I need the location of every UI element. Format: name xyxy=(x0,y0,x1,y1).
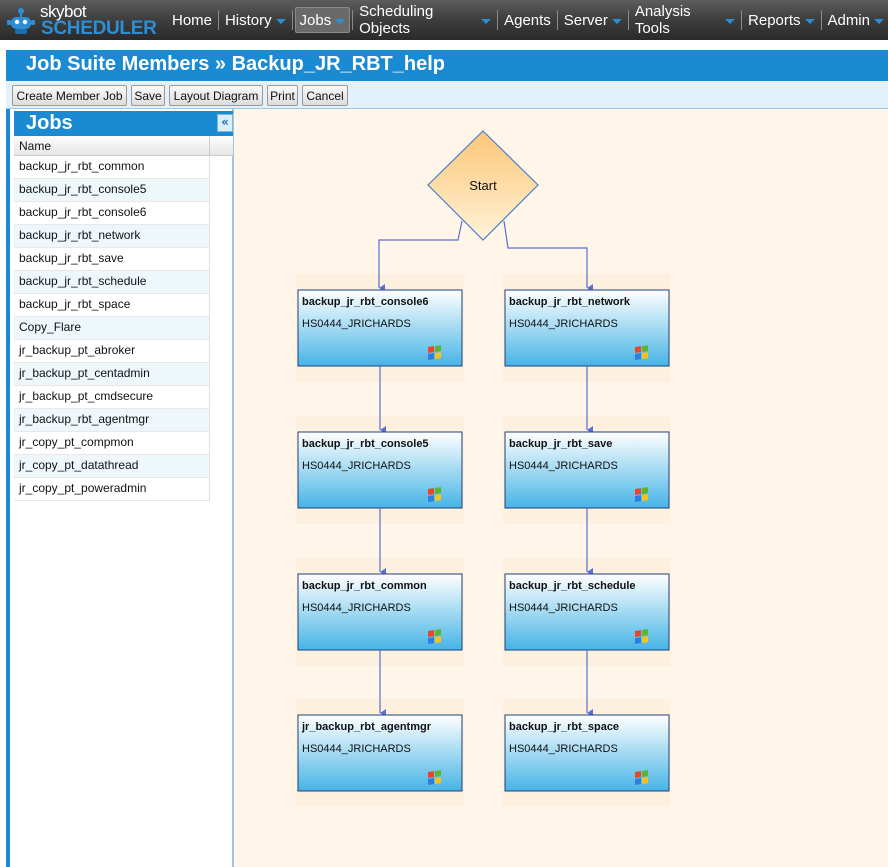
name-column-label: Name xyxy=(19,139,52,153)
nav-divider xyxy=(352,10,354,30)
nav-divider xyxy=(291,10,293,30)
workflow-diagram: Start backup_jr_rbt_console6 HS0444_JRICHA… xyxy=(296,130,671,807)
job-node-name: backup_jr_rbt_space xyxy=(509,721,619,733)
nav-reports-label: Reports xyxy=(748,11,801,29)
jobs-panel: Jobs « Name backup_jr_rbt_common backup_… xyxy=(6,109,233,867)
top-navigation-bar: skybot SCHEDULER Home History Jobs Sched… xyxy=(0,0,888,40)
job-node-name: backup_jr_rbt_schedule xyxy=(509,580,636,592)
dropdown-arrow-icon xyxy=(611,19,622,24)
nav-agents[interactable]: Agents xyxy=(500,7,555,33)
nav-divider xyxy=(820,10,822,30)
list-item[interactable]: jr_copy_pt_datathread xyxy=(14,455,210,478)
job-node-name: backup_jr_rbt_common xyxy=(302,580,427,592)
list-item[interactable]: backup_jr_rbt_network xyxy=(14,225,210,248)
job-node-agent: HS0444_JRICHARDS xyxy=(302,460,411,472)
nav-history[interactable]: History xyxy=(221,7,290,33)
list-item[interactable]: jr_backup_pt_cmdsecure xyxy=(14,386,210,409)
nav-history-label: History xyxy=(224,11,272,29)
list-item[interactable]: backup_jr_rbt_console5 xyxy=(14,179,210,202)
start-label: Start xyxy=(469,178,497,193)
save-button[interactable]: Save xyxy=(131,85,165,106)
job-node[interactable]: backup_jr_rbt_common HS0444_JRICHARDS xyxy=(297,573,463,651)
print-button[interactable]: Print xyxy=(267,85,298,106)
nav-analysis-tools[interactable]: Analysis Tools xyxy=(631,3,739,37)
nav-home-label: Home xyxy=(172,11,213,29)
dropdown-arrow-icon xyxy=(275,19,286,24)
nav-divider xyxy=(218,10,219,30)
job-node-agent: HS0444_JRICHARDS xyxy=(509,743,618,755)
nav-scheduling-objects-label: Scheduling Objects xyxy=(359,3,434,37)
nav-admin[interactable]: Admin xyxy=(823,7,888,33)
nav-scheduling-objects[interactable]: Scheduling Objects xyxy=(355,3,495,37)
list-item[interactable]: backup_jr_rbt_common xyxy=(14,156,210,179)
jobs-column-header[interactable]: Name xyxy=(14,136,233,156)
nav-admin-label: Admin xyxy=(827,11,870,29)
page-title: Job Suite Members » Backup_JR_RBT_help xyxy=(26,53,446,75)
list-item[interactable]: Copy_Flare xyxy=(14,317,210,340)
job-node-agent: HS0444_JRICHARDS xyxy=(509,318,618,330)
skybot-scheduler-logo[interactable]: skybot SCHEDULER xyxy=(3,2,157,39)
nav-analysis-tools-label: Analysis Tools xyxy=(634,3,691,37)
nav-divider xyxy=(627,10,629,30)
job-node-agent: HS0444_JRICHARDS xyxy=(509,602,618,614)
nav-divider xyxy=(497,10,499,30)
start-node[interactable]: Start xyxy=(427,130,539,241)
list-item[interactable]: jr_copy_pt_poweradmin xyxy=(14,478,210,501)
job-node-agent: HS0444_JRICHARDS xyxy=(302,743,411,755)
job-node-name: backup_jr_rbt_save xyxy=(509,438,612,450)
dropdown-arrow-icon xyxy=(874,19,884,24)
nav-home[interactable]: Home xyxy=(168,7,216,33)
job-node[interactable]: backup_jr_rbt_save HS0444_JRICHARDS xyxy=(504,431,670,509)
list-item[interactable]: jr_copy_pt_compmon xyxy=(14,432,210,455)
dropdown-arrow-icon xyxy=(335,19,346,24)
dropdown-arrow-icon xyxy=(725,19,736,24)
cancel-button[interactable]: Cancel xyxy=(302,85,348,106)
job-node-name: jr_backup_rbt_agentmgr xyxy=(301,721,432,733)
robot-logo-icon xyxy=(7,8,35,34)
list-item[interactable]: backup_jr_rbt_space xyxy=(14,294,210,317)
workflow-diagram-canvas[interactable]: Start backup_jr_rbt_console6 HS0444_JRICHA… xyxy=(233,109,888,867)
list-item[interactable]: backup_jr_rbt_console6 xyxy=(14,202,210,225)
main-menu: Home History Jobs Scheduling Objects Age… xyxy=(168,0,888,40)
job-node-name: backup_jr_rbt_network xyxy=(509,296,631,308)
nav-jobs[interactable]: Jobs xyxy=(294,7,351,33)
layout-diagram-button[interactable]: Layout Diagram xyxy=(169,85,263,106)
nav-reports[interactable]: Reports xyxy=(744,7,819,33)
dropdown-arrow-icon xyxy=(481,19,492,24)
list-item[interactable]: jr_backup_pt_centadmin xyxy=(14,363,210,386)
job-node-agent: HS0444_JRICHARDS xyxy=(509,460,618,472)
job-node-agent: HS0444_JRICHARDS xyxy=(302,318,411,330)
logo-text-bottom: SCHEDULER xyxy=(41,18,157,39)
nav-divider xyxy=(741,10,743,30)
nav-server[interactable]: Server xyxy=(560,7,626,33)
list-item[interactable]: jr_backup_pt_abroker xyxy=(14,340,210,363)
list-item[interactable]: backup_jr_rbt_save xyxy=(14,248,210,271)
list-item[interactable]: jr_backup_rbt_agentmgr xyxy=(14,409,210,432)
job-node-agent: HS0444_JRICHARDS xyxy=(302,602,411,614)
job-node[interactable]: backup_jr_rbt_console6 HS0444_JRICHARDS xyxy=(297,289,463,367)
nav-server-label: Server xyxy=(563,11,608,29)
nav-agents-label: Agents xyxy=(504,11,551,29)
jobs-list: backup_jr_rbt_common backup_jr_rbt_conso… xyxy=(14,156,210,501)
job-node[interactable]: backup_jr_rbt_network HS0444_JRICHARDS xyxy=(504,289,670,367)
page-title-bar: Job Suite Members » Backup_JR_RBT_help xyxy=(6,50,888,81)
job-node-name: backup_jr_rbt_console6 xyxy=(302,296,429,308)
job-node[interactable]: backup_jr_rbt_schedule HS0444_JRICHARDS xyxy=(504,573,670,651)
jobs-panel-title: Jobs xyxy=(26,112,73,134)
list-item[interactable]: backup_jr_rbt_schedule xyxy=(14,271,210,294)
dropdown-arrow-icon xyxy=(804,19,815,24)
job-node[interactable]: jr_backup_rbt_agentmgr HS0444_JRICHARDS xyxy=(297,714,463,792)
column-divider[interactable] xyxy=(209,136,210,156)
toolbar: Create Member Job Save Layout Diagram Pr… xyxy=(6,81,888,109)
double-chevron-left-icon[interactable]: « xyxy=(217,114,233,132)
job-node[interactable]: backup_jr_rbt_space HS0444_JRICHARDS xyxy=(504,714,670,792)
job-node-name: backup_jr_rbt_console5 xyxy=(302,438,429,450)
nav-divider xyxy=(556,10,558,30)
nav-jobs-label: Jobs xyxy=(299,11,332,29)
job-node[interactable]: backup_jr_rbt_console5 HS0444_JRICHARDS xyxy=(297,431,463,509)
create-member-job-button[interactable]: Create Member Job xyxy=(12,85,127,106)
jobs-panel-header: Jobs « xyxy=(14,111,233,136)
